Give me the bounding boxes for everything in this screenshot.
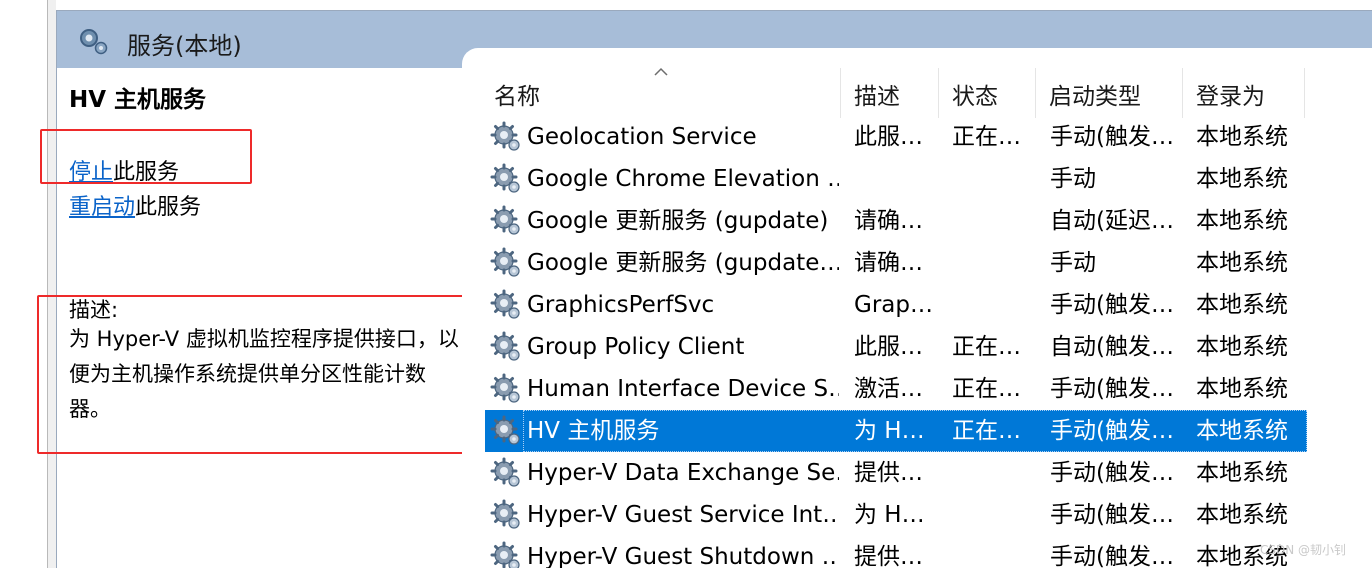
service-row[interactable]: Google 更新服务 (gupdate… 请确… 手动 本地系统 [485, 242, 1307, 284]
service-description-cell: 为 H… [854, 418, 925, 444]
service-description-cell: 请确… [854, 250, 923, 276]
service-description-cell: 请确… [854, 208, 923, 234]
service-logon-cell: 本地系统 [1196, 166, 1288, 192]
service-description-cell: 提供… [854, 460, 923, 486]
service-name-cell: Hyper-V Data Exchange Se… [527, 460, 839, 486]
service-gear-icon [490, 541, 520, 568]
service-status-cell [952, 242, 1042, 284]
service-name-cell: Group Policy Client [527, 334, 745, 360]
service-logon-cell: 本地系统 [1196, 502, 1288, 528]
service-row[interactable]: Hyper-V Data Exchange Se… 提供… 手动(触发… 本地系统 [485, 452, 1307, 494]
column-header-status[interactable]: 状态 [943, 68, 1036, 118]
service-row[interactable]: Hyper-V Guest Shutdown … 提供… 手动(触发… 本地系统 [485, 536, 1307, 568]
services-gears-icon [80, 29, 108, 55]
service-logon-cell: 本地系统 [1196, 250, 1288, 276]
service-row[interactable]: Hyper-V Guest Service Int… 为 H… 手动(触发… 本地系统 [485, 494, 1307, 536]
restart-service-suffix: 此服务 [135, 195, 202, 220]
service-logon-cell: 本地系统 [1196, 460, 1288, 486]
service-status-cell: 正在… [952, 376, 1021, 402]
service-name-cell: Google 更新服务 (gupdate… [527, 250, 839, 276]
service-name-cell: Human Interface Device S… [527, 376, 839, 402]
service-gear-icon [490, 373, 520, 403]
service-gear-icon [490, 415, 520, 445]
service-startup-type-cell: 手动(触发… [1050, 376, 1174, 402]
service-description-cell: 为 H… [854, 502, 925, 528]
service-logon-cell: 本地系统 [1196, 292, 1288, 318]
service-logon-cell: 本地系统 [1196, 208, 1288, 234]
service-gear-icon [490, 289, 520, 319]
description-highlight-box [37, 295, 474, 454]
service-name-cell: Hyper-V Guest Shutdown … [527, 544, 839, 568]
service-status-cell: 正在… [952, 334, 1021, 360]
selected-service-name: HV 主机服务 [69, 87, 207, 113]
service-name-cell: Hyper-V Guest Service Int… [527, 502, 839, 528]
service-row[interactable]: GraphicsPerfSvc Grap… 手动(触发… 本地系统 [485, 284, 1307, 326]
service-startup-type-cell: 手动(触发… [1050, 292, 1174, 318]
service-name-cell: Geolocation Service [527, 124, 757, 150]
panel-title: 服务(本地) [127, 32, 242, 60]
service-description-cell: Grap… [854, 292, 933, 318]
service-gear-icon [490, 499, 520, 529]
service-startup-type-cell: 自动(延迟… [1050, 208, 1174, 234]
column-header-name[interactable]: 名称 [485, 68, 841, 118]
watermark: CSDN @韧小钊 [1260, 543, 1347, 557]
restart-service-link[interactable]: 重启动 [69, 195, 135, 220]
service-status-cell [952, 158, 1042, 200]
service-startup-type-cell: 手动(触发… [1050, 418, 1174, 444]
service-gear-icon [490, 457, 520, 487]
service-logon-cell: 本地系统 [1196, 418, 1288, 444]
service-name-cell: Google Chrome Elevation … [527, 166, 839, 192]
service-row[interactable]: Human Interface Device S… 激活… 正在… 手动(触发… 本地系… [485, 368, 1307, 410]
service-name-cell: Google 更新服务 (gupdate) [527, 208, 829, 234]
service-startup-type-cell: 手动(触发… [1050, 124, 1174, 150]
service-row[interactable]: Geolocation Service 此服… 正在… 手动(触发… 本地系统 [485, 116, 1307, 158]
service-gear-icon [490, 205, 520, 235]
service-description-cell: 提供… [854, 544, 923, 568]
service-status-cell [952, 536, 1042, 568]
service-description-cell: 激活… [854, 376, 923, 402]
stop-action-highlight-box [40, 129, 252, 184]
column-header-description[interactable]: 描述 [845, 68, 939, 118]
service-status-cell [952, 200, 1042, 242]
service-startup-type-cell: 手动(触发… [1050, 460, 1174, 486]
service-gear-icon [490, 121, 520, 151]
service-gear-icon [490, 247, 520, 277]
service-status-cell: 正在… [952, 418, 1021, 444]
service-row[interactable]: Group Policy Client 此服… 正在… 自动(触发… 本地系统 [485, 326, 1307, 368]
service-startup-type-cell: 手动 [1050, 166, 1096, 192]
service-name-cell: GraphicsPerfSvc [527, 292, 715, 318]
restart-service-action: 重启动此服务 [69, 189, 201, 221]
service-status-cell [952, 494, 1042, 536]
service-startup-type-cell: 手动(触发… [1050, 544, 1174, 568]
pane-splitter[interactable] [48, 0, 56, 568]
left-navigation-pane [0, 0, 48, 568]
service-startup-type-cell: 手动 [1050, 250, 1096, 276]
service-name-cell: HV 主机服务 [527, 418, 660, 444]
service-description-cell [854, 158, 944, 200]
column-header-log-on-as[interactable]: 登录为 [1187, 68, 1305, 118]
service-row[interactable]: Google Chrome Elevation … 手动 本地系统 [485, 158, 1307, 200]
service-row[interactable]: HV 主机服务 为 H… 正在… 手动(触发… 本地系统 [485, 410, 1307, 452]
service-description-cell: 此服… [854, 124, 923, 150]
service-row[interactable]: Google 更新服务 (gupdate) 请确… 自动(延迟… 本地系统 [485, 200, 1307, 242]
service-gear-icon [490, 163, 520, 193]
service-logon-cell: 本地系统 [1196, 334, 1288, 360]
column-header-startup-type[interactable]: 启动类型 [1040, 68, 1183, 118]
service-startup-type-cell: 手动(触发… [1050, 502, 1174, 528]
service-logon-cell: 本地系统 [1196, 124, 1288, 150]
service-gear-icon [490, 331, 520, 361]
service-description-cell: 此服… [854, 334, 923, 360]
service-status-cell: 正在… [952, 124, 1021, 150]
service-status-cell [952, 284, 1042, 326]
service-startup-type-cell: 自动(触发… [1050, 334, 1174, 360]
service-logon-cell: 本地系统 [1196, 376, 1288, 402]
service-status-cell [952, 452, 1042, 494]
